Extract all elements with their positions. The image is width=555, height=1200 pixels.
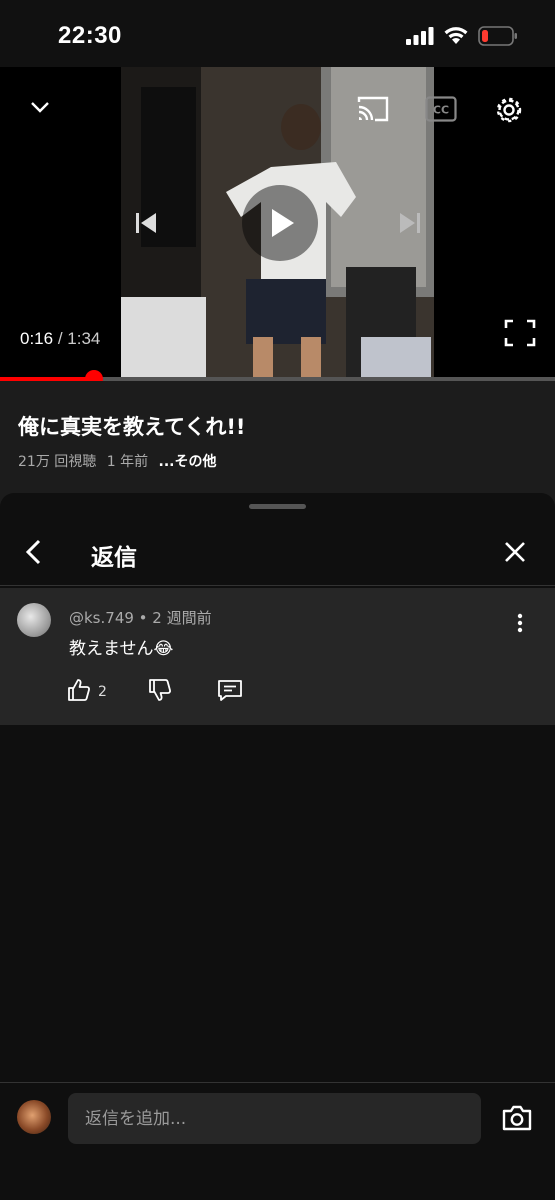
meta-dot: • (133, 609, 153, 627)
dislike-button[interactable] (145, 675, 175, 705)
close-icon (505, 542, 525, 562)
replies-title: 返信 (91, 545, 137, 571)
play-button[interactable] (242, 185, 318, 261)
time-separator: / (53, 329, 68, 348)
thumbs-up-icon (68, 679, 90, 701)
back-button[interactable] (16, 534, 52, 570)
camera-button[interactable] (498, 1100, 536, 1136)
reply-bar (0, 1082, 555, 1200)
video-title: 俺に真実を教えてくれ!! (18, 415, 246, 439)
replies-header: 返信 (0, 518, 555, 586)
cellular-signal-icon (406, 27, 434, 45)
comment-menu-button[interactable] (505, 608, 535, 638)
closed-captions-icon: CC (425, 96, 457, 122)
skip-next-icon (400, 213, 420, 233)
status-time: 22:30 (58, 22, 122, 49)
gear-icon (496, 97, 522, 123)
video-player[interactable]: CC 0:16 / 1:34 (0, 67, 555, 379)
current-time: 0:16 (20, 329, 54, 348)
chevron-down-icon (31, 102, 49, 113)
back-arrow-icon (25, 539, 41, 565)
captions-button[interactable]: CC (422, 92, 460, 126)
previous-button[interactable] (128, 205, 164, 241)
reply-input[interactable] (68, 1093, 481, 1144)
wifi-icon (444, 27, 468, 44)
next-button[interactable] (392, 205, 428, 241)
fullscreen-button[interactable] (500, 315, 540, 351)
battery-icon (478, 26, 517, 46)
status-bar: 22:30 (0, 0, 555, 67)
video-meta: 21万 回視聴 1 年前 ...その他 (18, 451, 223, 471)
collapse-button[interactable] (22, 89, 58, 125)
comment-author-line: @ks.749 • 2 週間前 (69, 607, 212, 628)
fullscreen-icon (504, 319, 536, 347)
more-link[interactable]: ...その他 (159, 454, 217, 470)
user-avatar (17, 1100, 51, 1134)
camera-icon (502, 1105, 532, 1131)
comment-time: 2 週間前 (152, 609, 212, 627)
cast-button[interactable] (353, 91, 393, 127)
upload-age: 1 年前 (106, 454, 149, 470)
like-count: 2 (98, 684, 107, 700)
drag-handle[interactable] (249, 504, 306, 509)
close-button[interactable] (497, 534, 533, 570)
comment-item: @ks.749 • 2 週間前 教えません😂 2 (0, 588, 555, 725)
svg-text:CC: CC (433, 104, 449, 117)
like-button[interactable] (64, 675, 94, 705)
skip-previous-icon (136, 213, 156, 233)
time-readout: 0:16 / 1:34 (20, 329, 100, 349)
settings-button[interactable] (490, 91, 528, 129)
cast-icon (357, 96, 389, 122)
play-icon (272, 209, 294, 237)
more-vertical-icon (517, 613, 523, 633)
duration: 1:34 (67, 329, 101, 348)
comment-text: 教えません😂 (69, 639, 174, 659)
avatar[interactable] (17, 603, 51, 637)
comment-reply-icon (218, 680, 242, 701)
thumbs-down-icon (149, 679, 171, 701)
reply-button[interactable] (215, 675, 245, 705)
comment-author[interactable]: @ks.749 (69, 609, 134, 627)
video-info: 俺に真実を教えてくれ!! 21万 回視聴 1 年前 ...その他 (0, 381, 555, 511)
view-count: 21万 回視聴 (18, 454, 97, 470)
